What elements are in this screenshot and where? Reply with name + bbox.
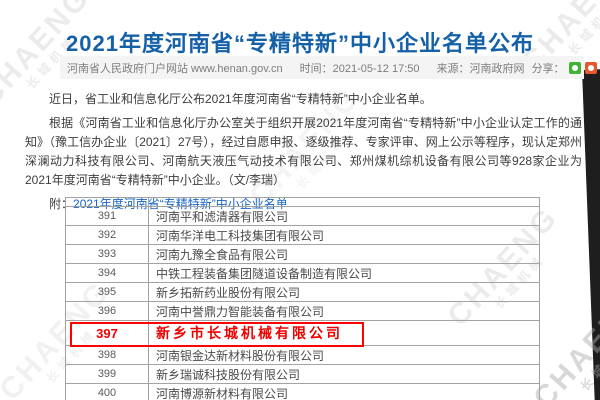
table-row: 396 河南中誉鼎力智能装备有限公司	[66, 302, 540, 321]
company-name: 河南银金达新材料股份有限公司	[149, 346, 540, 365]
table-row: 397 新乡市长城机械有限公司	[66, 321, 540, 346]
company-name: 河南平和滤清器有限公司	[149, 207, 540, 226]
row-number: 394	[66, 264, 149, 283]
wechat-share-icon[interactable]	[569, 62, 581, 74]
share-bar: 分享：	[532, 60, 600, 76]
company-name: 新乡拓新药业股份有限公司	[149, 283, 540, 302]
table-row: 394 中铁工程装备集团隧道设备制造有限公司	[66, 264, 540, 283]
row-number: 391	[66, 207, 149, 226]
company-table-body: 391 河南平和滤清器有限公司 392 河南华洋电工科技集团有限公司 393 河…	[66, 198, 540, 400]
company-name	[149, 198, 540, 207]
table-row: 399 新乡瑞诚科技股份有限公司	[66, 365, 540, 384]
company-name: 河南中誉鼎力智能装备有限公司	[149, 302, 540, 321]
company-name: 新乡瑞诚科技股份有限公司	[149, 365, 540, 384]
site-name: 河南省人民政府门户网站 www.henan.gov.cn	[67, 63, 283, 75]
table-row: 391 河南平和滤清器有限公司	[66, 207, 540, 226]
row-number: 397	[66, 321, 149, 346]
company-name: 中铁工程装备集团隧道设备制造有限公司	[149, 264, 540, 283]
table-row: 395 新乡拓新药业股份有限公司	[66, 283, 540, 302]
source: 来源：河南政府网	[437, 63, 525, 75]
share-label: 分享：	[532, 60, 565, 76]
article-page: CHAENG 长城机械 CHAENG 长城机械 CHAENG 长城机械 CHAE…	[0, 0, 600, 400]
row-number: 395	[66, 283, 149, 302]
row-number: 400	[66, 384, 149, 400]
company-name: 河南华洋电工科技集团有限公司	[149, 226, 540, 245]
publish-time: 时间：2021-05-12 17:50	[300, 63, 420, 75]
company-name: 新乡市长城机械有限公司	[149, 321, 540, 346]
row-number: 392	[66, 226, 149, 245]
table-row: 393 河南九豫全食品有限公司	[66, 245, 540, 264]
paragraph-1: 近日，省工业和信息化厅公布2021年度河南省“专精特新”中小企业名单。	[25, 90, 582, 109]
page-title: 2021年度河南省“专精特新”中小企业名单公布	[0, 26, 600, 58]
paragraph-2: 根据《河南省工业和信息化厅办公室关于组织开展2021年度河南省“专精特新”中小企…	[25, 114, 582, 190]
meta-text: 河南省人民政府门户网站 www.henan.gov.cn 时间：2021-05-…	[60, 60, 532, 76]
row-number	[66, 198, 149, 207]
row-number: 393	[66, 245, 149, 264]
table-row: 398 河南银金达新材料股份有限公司	[66, 346, 540, 365]
weibo-share-icon[interactable]	[585, 62, 597, 74]
company-table: 391 河南平和滤清器有限公司 392 河南华洋电工科技集团有限公司 393 河…	[65, 197, 540, 400]
company-name: 河南博源新材料有限公司	[149, 384, 540, 400]
company-name: 河南九豫全食品有限公司	[149, 245, 540, 264]
dark-edge	[582, 68, 600, 400]
meta-bar: 河南省人民政府门户网站 www.henan.gov.cn 时间：2021-05-…	[60, 56, 584, 79]
table-row: 400 河南博源新材料有限公司	[66, 384, 540, 400]
table-row: 392 河南华洋电工科技集团有限公司	[66, 226, 540, 245]
row-number: 396	[66, 302, 149, 321]
row-number: 398	[66, 346, 149, 365]
table-row	[66, 198, 540, 207]
row-number: 399	[66, 365, 149, 384]
